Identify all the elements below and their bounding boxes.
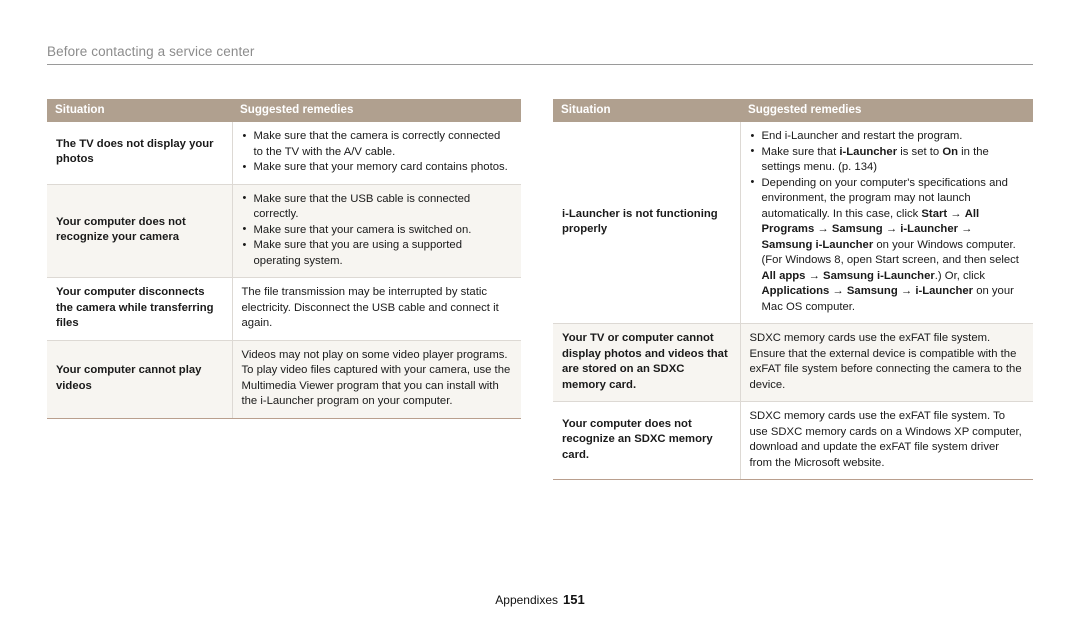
table-row: Your TV or computer cannot display photo… — [553, 323, 1033, 402]
remedy-list-item: Make sure that i-Launcher is set to On i… — [750, 144, 1025, 176]
remedy-list-item: Make sure that you are using a supported… — [242, 238, 513, 269]
column-header-situation: Situation — [47, 99, 232, 122]
remedy-cell: Videos may not play on some video player… — [231, 340, 521, 419]
troubleshooting-table-left: Situation Suggested remedies The TV does… — [47, 99, 521, 419]
column-header-remedies: Suggested remedies — [232, 99, 521, 122]
situation-cell: Your computer disconnects the camera whi… — [47, 277, 232, 341]
remedy-cell: The file transmission may be interrupted… — [231, 277, 521, 341]
remedy-cell: SDXC memory cards use the exFAT file sys… — [739, 323, 1033, 402]
header-divider — [47, 64, 1033, 65]
table-row: The TV does not display your photos Make … — [47, 122, 521, 185]
remedy-list-item: Make sure that your camera is switched o… — [242, 222, 513, 239]
remedy-cell: SDXC memory cards use the exFAT file sys… — [739, 401, 1033, 480]
manual-page: Before contacting a service center Situa… — [0, 0, 1080, 630]
situation-cell: Your computer does not recognize an SDXC… — [553, 401, 740, 480]
remedy-list-item: Make sure that the USB cable is connecte… — [242, 191, 513, 223]
remedy-paragraph: Videos may not play on some video player… — [241, 348, 511, 408]
situation-cell: i-Launcher is not functioning properly — [553, 122, 740, 324]
situation-cell: Your computer does not recognize your ca… — [47, 184, 232, 278]
remedy-list-item: End i-Launcher and restart the program. — [750, 129, 1025, 145]
footer-section-label: Appendixes — [495, 593, 558, 607]
remedy-list: Make sure that the USB cable is connecte… — [242, 191, 513, 270]
table-row: Your computer cannot play videos Videos m… — [47, 340, 521, 419]
situation-cell: The TV does not display your photos — [47, 122, 232, 185]
remedy-list-item: Depending on your computer's specificati… — [750, 175, 1025, 316]
remedy-paragraph: The file transmission may be interrupted… — [241, 286, 499, 329]
remedy-list-item: Make sure that your memory card contains… — [242, 160, 513, 176]
remedy-list-item: Make sure that the camera is correctly c… — [242, 129, 513, 160]
table-body-right: i-Launcher is not functioning properlyEn… — [553, 122, 1033, 480]
table-header-row: Situation Suggested remedies — [553, 99, 1033, 122]
remedy-cell: End i-Launcher and restart the program.M… — [739, 122, 1033, 324]
remedy-list: Make sure that the camera is correctly c… — [242, 129, 513, 176]
remedy-paragraph: SDXC memory cards use the exFAT file sys… — [749, 410, 1022, 469]
footer-page-number: 151 — [563, 592, 585, 607]
remedy-paragraph: SDXC memory cards use the exFAT file sys… — [749, 332, 1022, 391]
table-row: Your computer does not recognize your ca… — [47, 184, 521, 278]
page-footer: Appendixes 151 — [0, 592, 1080, 607]
remedy-list: End i-Launcher and restart the program.M… — [750, 129, 1025, 315]
table-row: Your computer does not recognize an SDXC… — [553, 401, 1033, 480]
situation-cell: Your computer cannot play videos — [47, 340, 232, 419]
remedy-cell: Make sure that the camera is correctly c… — [231, 122, 521, 185]
column-header-situation: Situation — [553, 99, 740, 122]
situation-cell: Your TV or computer cannot display photo… — [553, 323, 740, 402]
table-row: Your computer disconnects the camera whi… — [47, 277, 521, 341]
remedy-cell: Make sure that the USB cable is connecte… — [231, 184, 521, 278]
column-header-remedies: Suggested remedies — [740, 99, 1033, 122]
page-title: Before contacting a service center — [47, 44, 255, 59]
table-body-left: The TV does not display your photos Make … — [47, 122, 521, 419]
table-row: i-Launcher is not functioning properlyEn… — [553, 122, 1033, 324]
table-header-row: Situation Suggested remedies — [47, 99, 521, 122]
troubleshooting-table-right: Situation Suggested remedies i-Launcher … — [553, 99, 1033, 480]
running-head: Before contacting a service center — [47, 43, 1033, 65]
